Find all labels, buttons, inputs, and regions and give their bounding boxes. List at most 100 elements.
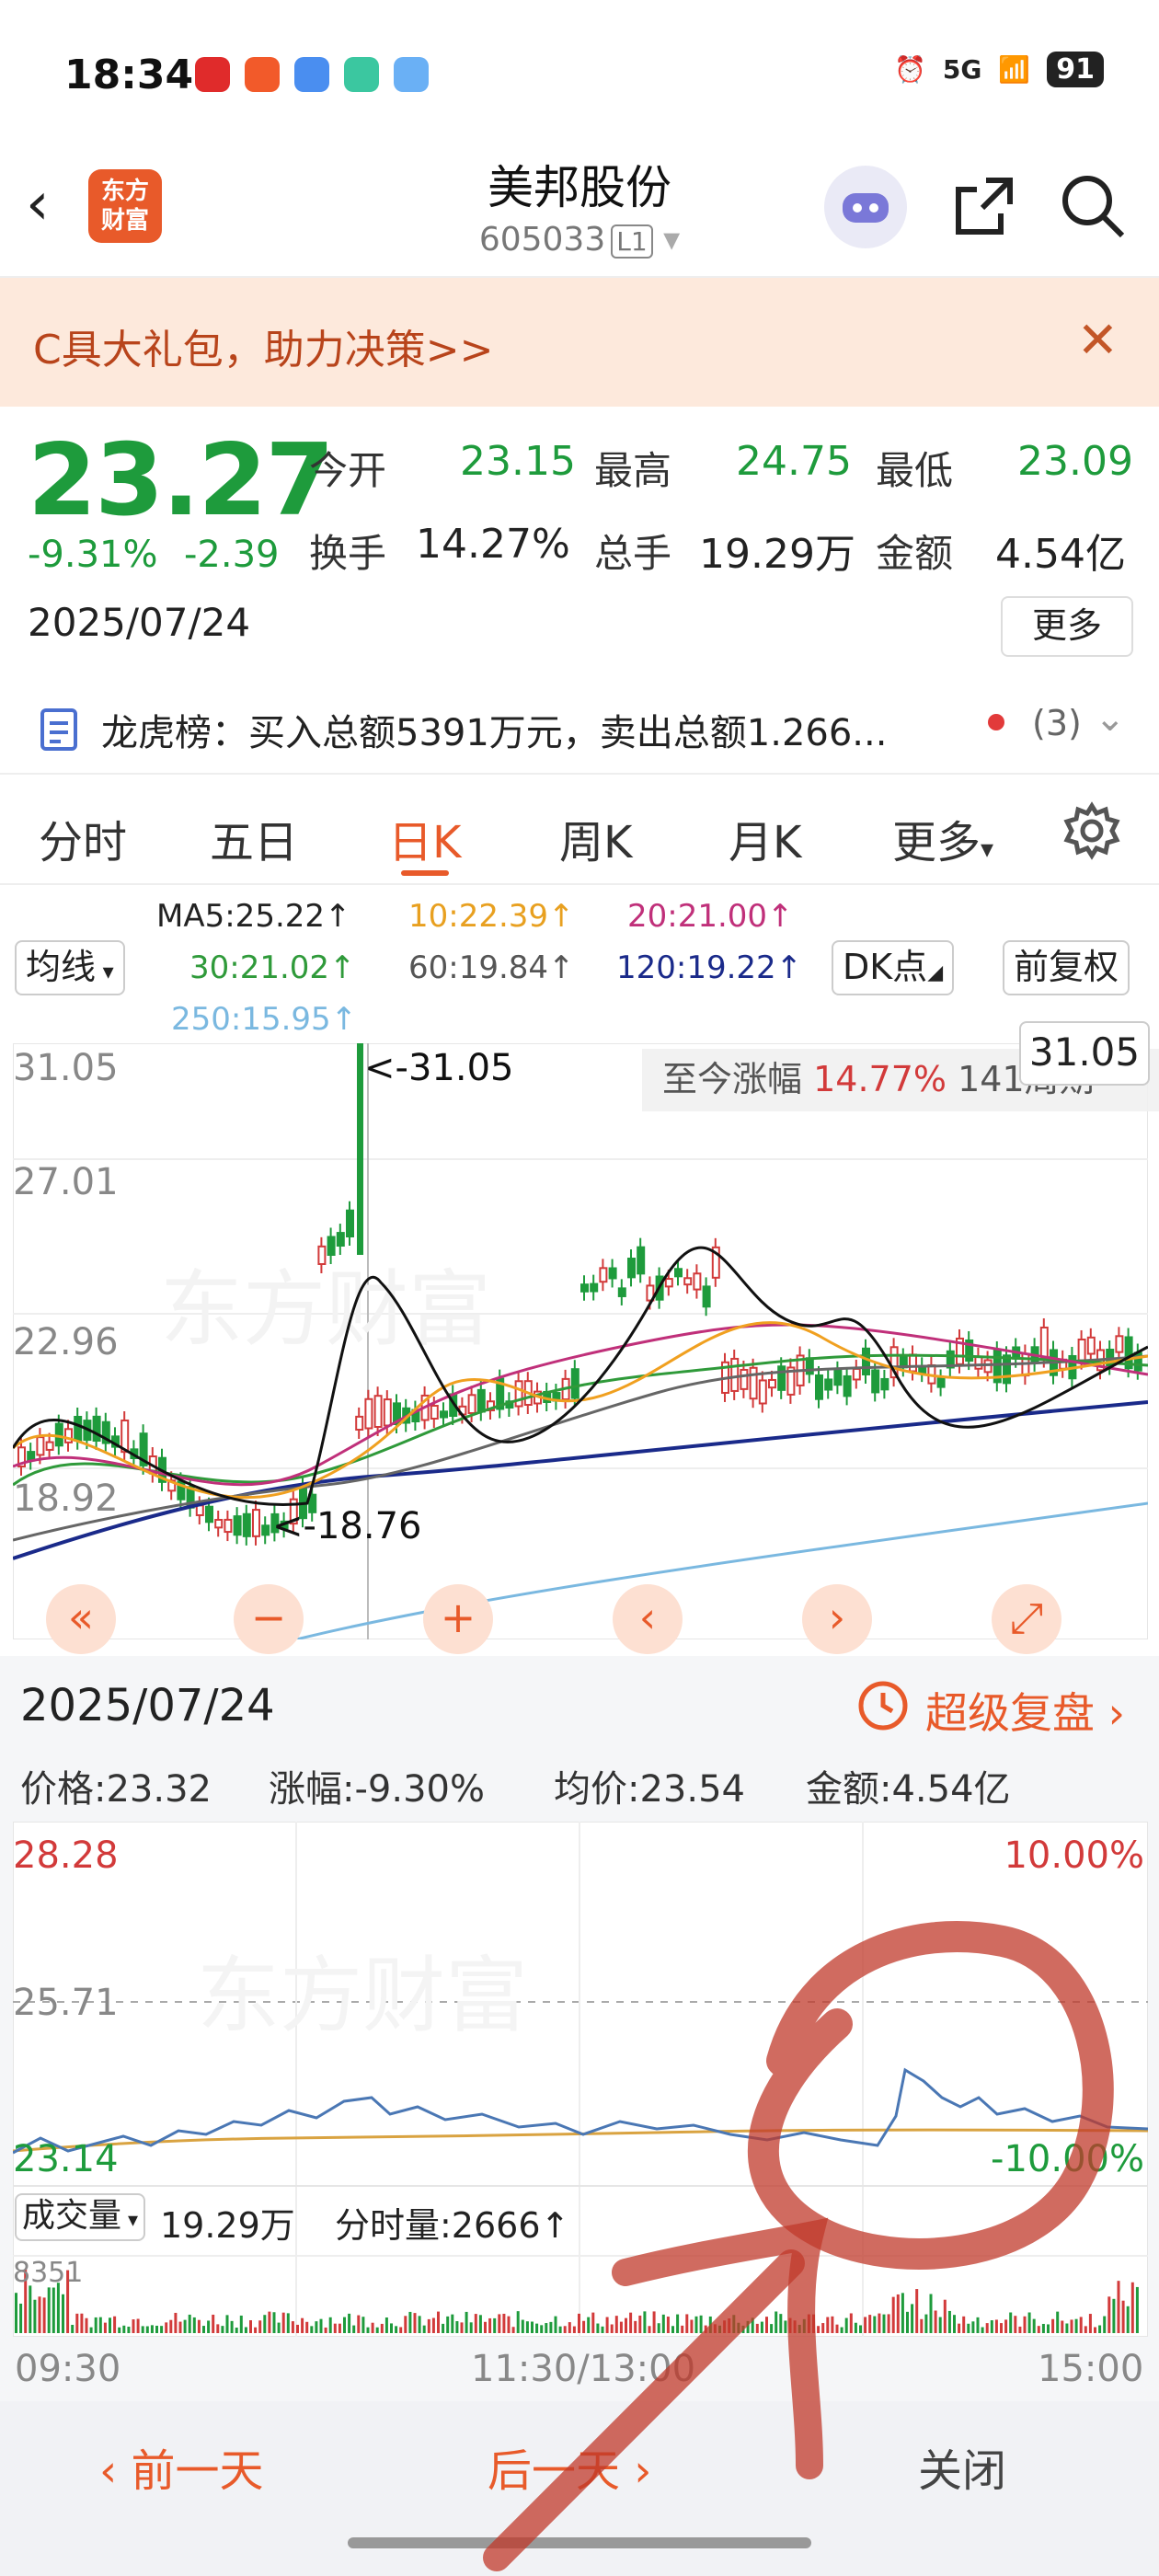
ma-selector[interactable]: 均线 ▾ [15,940,125,995]
low-value: 23.09 [1017,438,1133,485]
candle [1077,1338,1086,1362]
replay-link[interactable]: 超级复盘 › [925,1680,1125,1741]
candle [373,1395,383,1429]
adjust-button[interactable]: 前复权 [1003,940,1130,995]
open-value: 23.15 [460,438,576,485]
detail-avg: 均价:23.54 [554,1759,745,1812]
tab-weekly-k[interactable]: 周K [559,806,632,870]
low-marker: <-18.76 [272,1505,421,1547]
dk-point-button[interactable]: DK点◢ [832,940,955,995]
assistant-avatar[interactable] [824,166,907,248]
candle [1115,1335,1124,1353]
candle [1003,1354,1011,1385]
high-value: 24.75 [736,438,852,485]
candle [346,1209,354,1238]
candle [683,1277,693,1286]
settings-gear-icon[interactable] [1061,800,1122,865]
lhb-count: (3) [1032,703,1082,743]
step-left-icon[interactable]: ‹ [613,1584,683,1654]
search-icon[interactable] [1058,171,1128,245]
candle [880,1377,889,1391]
ma60-label: 60:19.84↑ [408,949,575,986]
ma250-label: 250:15.95↑ [171,1001,358,1038]
y-axis-label: 31.05 [13,1047,119,1089]
app-notification-icon [294,57,329,92]
candle [749,1366,758,1400]
candle [627,1258,636,1279]
unread-dot [988,714,1004,730]
open-label: 今开 [309,448,387,493]
wifi-icon: 📶 [998,54,1031,85]
candle [730,1357,740,1392]
y-top-label: 28.28 [13,1834,119,1877]
history-icon[interactable] [855,1678,911,1737]
signal-icon: 5G [942,54,982,85]
detail-price: 价格:23.32 [20,1759,212,1812]
detail-price-text: 价格:23.32 [20,1768,212,1811]
candle [909,1353,917,1373]
fullscreen-icon[interactable]: ⤢ [992,1584,1061,1654]
ma30-label: 30:21.02↑ [189,949,356,986]
scroll-left-fast-icon[interactable]: « [46,1584,116,1654]
zoom-in-icon[interactable]: + [423,1584,493,1654]
kline-chart[interactable]: 东方财富 31.05 27.01 22.96 18.92 <-31.05 <-1… [13,1043,1148,1639]
ma-selector-label: 均线 [26,947,97,987]
replay-label: 超级复盘 [925,1688,1095,1738]
tab-more[interactable]: 更多▾ [892,806,993,870]
share-icon[interactable] [949,171,1019,245]
candle [693,1272,702,1291]
y-axis-label: 22.96 [13,1321,119,1363]
battery-icon: 91 [1047,52,1104,87]
dragon-tiger-text[interactable]: 龙虎榜：买入总额5391万元，卖出总额1.266... [101,703,887,756]
tab-daily-k[interactable]: 日K [388,806,461,870]
tab-monthly-k[interactable]: 月K [729,806,801,870]
turnover-label: 换手 [309,531,387,576]
candle [383,1398,392,1427]
chevron-down-icon[interactable]: ⌄ [1095,697,1126,740]
change-value: -2.39 [184,534,280,576]
tab-intraday[interactable]: 分时 [39,806,127,870]
candle [637,1246,646,1275]
candle [440,1410,448,1419]
zoom-out-icon[interactable]: − [234,1584,304,1654]
candle [833,1369,843,1386]
corner-icon: ◢ [927,961,944,984]
ma5-label: MA5:25.22↑ [156,898,351,935]
candle [92,1415,101,1443]
candle [476,1388,486,1413]
dropdown-icon: ▾ [652,221,681,259]
high-marker: <-31.05 [364,1047,513,1089]
app-notification-icon [245,57,280,92]
volume-label: 总手 [594,531,672,576]
step-right-icon[interactable]: › [802,1584,872,1654]
close-icon[interactable]: ✕ [1077,311,1119,369]
tab-five-day[interactable]: 五日 [210,806,298,870]
candle [674,1268,683,1278]
candle [824,1378,833,1391]
candle [1086,1336,1096,1355]
candle [664,1278,673,1288]
candle [580,1283,589,1293]
candle [36,1436,45,1456]
detail-avg-text: 均价:23.54 [554,1768,745,1811]
candle [74,1415,83,1442]
candle [45,1441,54,1451]
range-label: 至今涨幅 [662,1059,803,1099]
more-button[interactable]: 更多 [1001,596,1133,657]
candle [1039,1326,1049,1360]
candle [317,1245,327,1265]
high-label: 最高 [594,448,672,493]
volume-value: 19.29万 [699,531,855,578]
banner-text[interactable]: C具大礼包，助力决策>> [33,316,493,375]
chevron-right-icon: › [1107,1688,1126,1738]
quote-date: 2025/07/24 [28,600,251,645]
candle [357,1043,363,1255]
low-label: 最低 [876,448,954,493]
candle [467,1394,476,1415]
watermark: 东方财富 [160,1261,491,1358]
candle [233,1515,242,1536]
dk-label: DK点 [843,947,928,987]
candle [54,1422,63,1447]
candle [364,1397,373,1430]
detail-change-text: 涨幅:-9.30% [269,1768,485,1811]
